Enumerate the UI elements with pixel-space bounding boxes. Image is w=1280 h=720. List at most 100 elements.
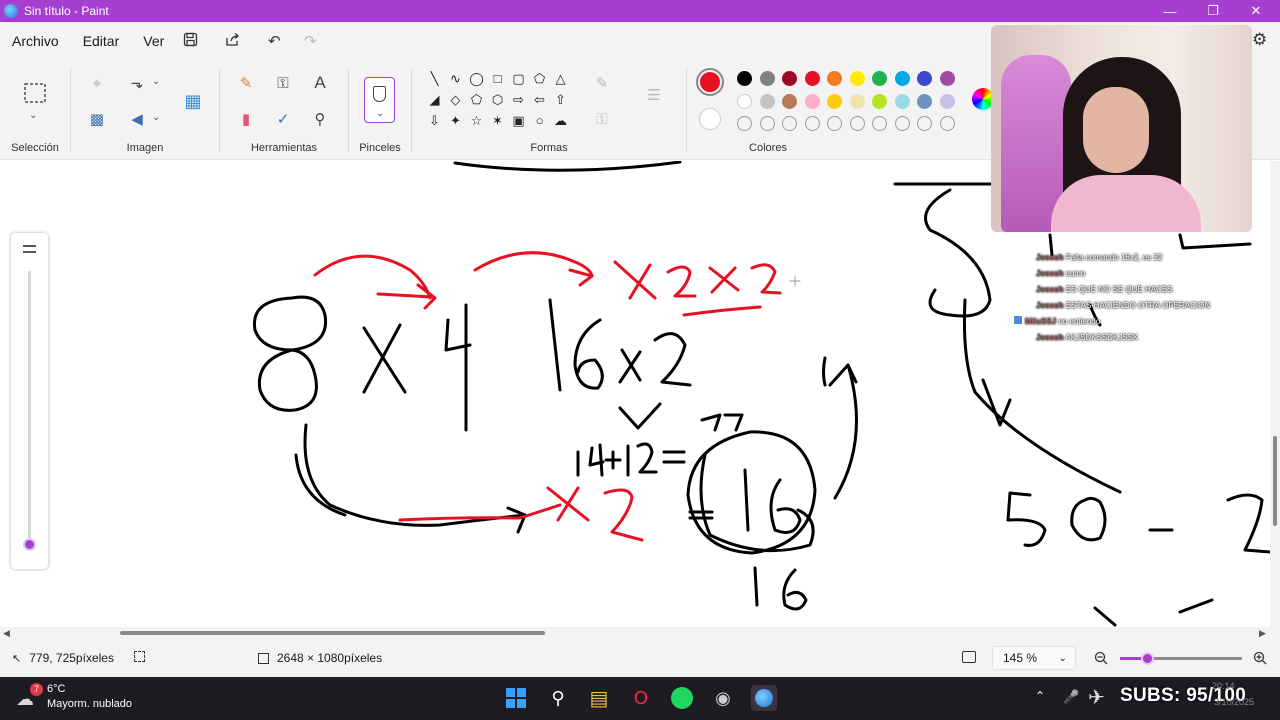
custom-color-slot[interactable] bbox=[939, 116, 955, 131]
custom-color-slot[interactable] bbox=[917, 116, 932, 131]
color-swatch[interactable] bbox=[737, 71, 752, 86]
minimize-button[interactable]: — bbox=[1148, 0, 1192, 22]
callout-cloud-shape-icon[interactable]: ☁ bbox=[552, 112, 569, 129]
pencil-icon[interactable]: ✎ bbox=[233, 70, 259, 96]
custom-color-slot[interactable] bbox=[804, 116, 820, 131]
diamond-shape-icon[interactable]: ◇ bbox=[447, 91, 464, 108]
maximize-button[interactable]: ❐ bbox=[1191, 0, 1235, 22]
custom-color-slot[interactable] bbox=[827, 116, 842, 131]
horizontal-scrollbar[interactable]: ◀ ▶ bbox=[0, 627, 1280, 639]
horizontal-scroll-thumb[interactable] bbox=[120, 631, 545, 635]
color-swatch[interactable] bbox=[759, 71, 775, 86]
color-swatch[interactable] bbox=[872, 93, 887, 109]
callout-oval-shape-icon[interactable]: ○ bbox=[531, 112, 548, 129]
settings-gear-icon[interactable]: ⚙ bbox=[1252, 30, 1267, 50]
custom-color-slot[interactable] bbox=[782, 116, 797, 131]
close-button[interactable]: ✕ bbox=[1234, 0, 1278, 22]
color-swatch[interactable] bbox=[827, 93, 842, 109]
slider-thumb[interactable] bbox=[23, 538, 36, 551]
vertical-scroll-thumb[interactable] bbox=[1273, 436, 1277, 526]
resize-icon[interactable]: ⬎ bbox=[124, 70, 150, 96]
redo-icon[interactable]: ↷ bbox=[296, 32, 324, 50]
save-icon[interactable] bbox=[176, 32, 204, 51]
chevron-up-icon[interactable]: ⌃ bbox=[1035, 689, 1045, 703]
crop-icon[interactable]: ⌖ bbox=[84, 70, 110, 96]
color-picker-icon[interactable]: ✓ bbox=[270, 106, 296, 132]
left-arrow-shape-icon[interactable]: ⇦ bbox=[531, 91, 548, 108]
color-swatch[interactable] bbox=[782, 71, 797, 86]
triangle-shape-icon[interactable]: △ bbox=[552, 70, 569, 87]
hexagon-shape-icon[interactable]: ⬡ bbox=[489, 91, 506, 108]
custom-color-slot[interactable] bbox=[894, 116, 910, 131]
chevron-down-icon[interactable]: ⌄ bbox=[152, 112, 160, 123]
file-explorer-icon[interactable]: ▤ bbox=[586, 685, 612, 711]
select-rectangle-icon[interactable] bbox=[22, 80, 48, 106]
menu-editar[interactable]: Editar bbox=[71, 33, 132, 49]
color-swatch[interactable] bbox=[759, 93, 775, 109]
zoom-in-icon[interactable] bbox=[1253, 651, 1267, 665]
fill-bucket-icon[interactable]: ⚿ bbox=[270, 70, 296, 96]
magnifier-icon[interactable]: ⚲ bbox=[307, 106, 333, 132]
share-icon[interactable] bbox=[218, 32, 246, 51]
rotate-icon[interactable]: ◀ bbox=[124, 106, 150, 132]
secondary-color-swatch[interactable] bbox=[699, 108, 721, 130]
windows-start-icon[interactable] bbox=[503, 685, 529, 711]
line-size-icon[interactable]: ☰ bbox=[641, 82, 667, 108]
custom-color-slot[interactable] bbox=[737, 116, 752, 131]
scroll-right-icon[interactable]: ▶ bbox=[1259, 628, 1266, 639]
color-swatch[interactable] bbox=[939, 93, 955, 109]
weather-widget[interactable]: ☁ 7 bbox=[14, 683, 44, 713]
up-arrow-shape-icon[interactable]: ⇧ bbox=[552, 91, 569, 108]
color-swatch[interactable] bbox=[917, 71, 932, 86]
color-swatch[interactable] bbox=[894, 93, 910, 109]
polygon-shape-icon[interactable]: ⬠ bbox=[531, 70, 548, 87]
menu-archivo[interactable]: Archivo bbox=[0, 33, 71, 49]
menu-ver[interactable]: Ver bbox=[131, 33, 176, 49]
color-swatch[interactable] bbox=[849, 71, 865, 86]
spotify-icon[interactable] bbox=[669, 685, 695, 711]
custom-color-slot[interactable] bbox=[849, 116, 865, 131]
color-swatch[interactable] bbox=[782, 93, 797, 109]
microphone-icon[interactable]: 🎤 bbox=[1063, 689, 1079, 705]
shape-outline-icon[interactable]: ✎ bbox=[589, 70, 615, 96]
scroll-left-icon[interactable]: ◀ bbox=[3, 628, 10, 639]
color-swatch[interactable] bbox=[872, 71, 887, 86]
five-point-star-shape-icon[interactable]: ☆ bbox=[468, 112, 485, 129]
brush-size-slider[interactable] bbox=[11, 233, 48, 569]
zoom-slider-track[interactable] bbox=[1120, 652, 1242, 665]
color-swatch[interactable] bbox=[804, 71, 820, 86]
rounded-rectangle-shape-icon[interactable]: ▢ bbox=[510, 70, 527, 87]
shape-fill-icon[interactable]: ⚿ bbox=[589, 106, 615, 132]
search-icon[interactable]: ⚲ bbox=[545, 685, 571, 711]
four-point-star-shape-icon[interactable]: ✦ bbox=[447, 112, 464, 129]
paint-taskbar-icon[interactable] bbox=[751, 685, 777, 711]
vertical-scrollbar[interactable] bbox=[1270, 161, 1280, 627]
zoom-out-icon[interactable] bbox=[1094, 651, 1108, 665]
undo-icon[interactable]: ↶ bbox=[260, 32, 288, 50]
down-arrow-shape-icon[interactable]: ⇩ bbox=[426, 112, 443, 129]
right-triangle-shape-icon[interactable]: ◢ bbox=[426, 91, 443, 108]
right-arrow-shape-icon[interactable]: ⇨ bbox=[510, 91, 527, 108]
line-shape-icon[interactable]: ╲ bbox=[426, 70, 443, 87]
fit-to-window-icon[interactable] bbox=[962, 651, 976, 663]
chevron-down-icon[interactable]: ⌄ bbox=[29, 110, 37, 121]
brush-selector-button[interactable]: ⌄ bbox=[364, 77, 395, 123]
image-creator-icon[interactable]: ▦ bbox=[180, 88, 206, 114]
curve-shape-icon[interactable]: ∿ bbox=[447, 70, 464, 87]
chevron-down-icon[interactable]: ⌄ bbox=[152, 76, 160, 87]
primary-color-selector[interactable] bbox=[696, 68, 724, 96]
eraser-icon[interactable]: ▮ bbox=[233, 106, 259, 132]
zoom-dropdown[interactable]: 145 % ⌄ bbox=[992, 646, 1076, 670]
text-icon[interactable]: A bbox=[307, 70, 333, 96]
custom-color-slot[interactable] bbox=[759, 116, 775, 131]
custom-color-slot[interactable] bbox=[872, 116, 887, 131]
oval-shape-icon[interactable]: ◯ bbox=[468, 70, 485, 87]
color-swatch[interactable] bbox=[827, 71, 842, 86]
zoom-slider-thumb[interactable] bbox=[1141, 652, 1155, 665]
color-swatch[interactable] bbox=[894, 71, 910, 86]
color-swatch[interactable] bbox=[939, 71, 955, 86]
color-swatch[interactable] bbox=[917, 93, 932, 109]
pentagon-shape-icon[interactable]: ⬠ bbox=[468, 91, 485, 108]
six-point-star-shape-icon[interactable]: ✶ bbox=[489, 112, 506, 129]
color-swatch[interactable] bbox=[804, 93, 820, 109]
